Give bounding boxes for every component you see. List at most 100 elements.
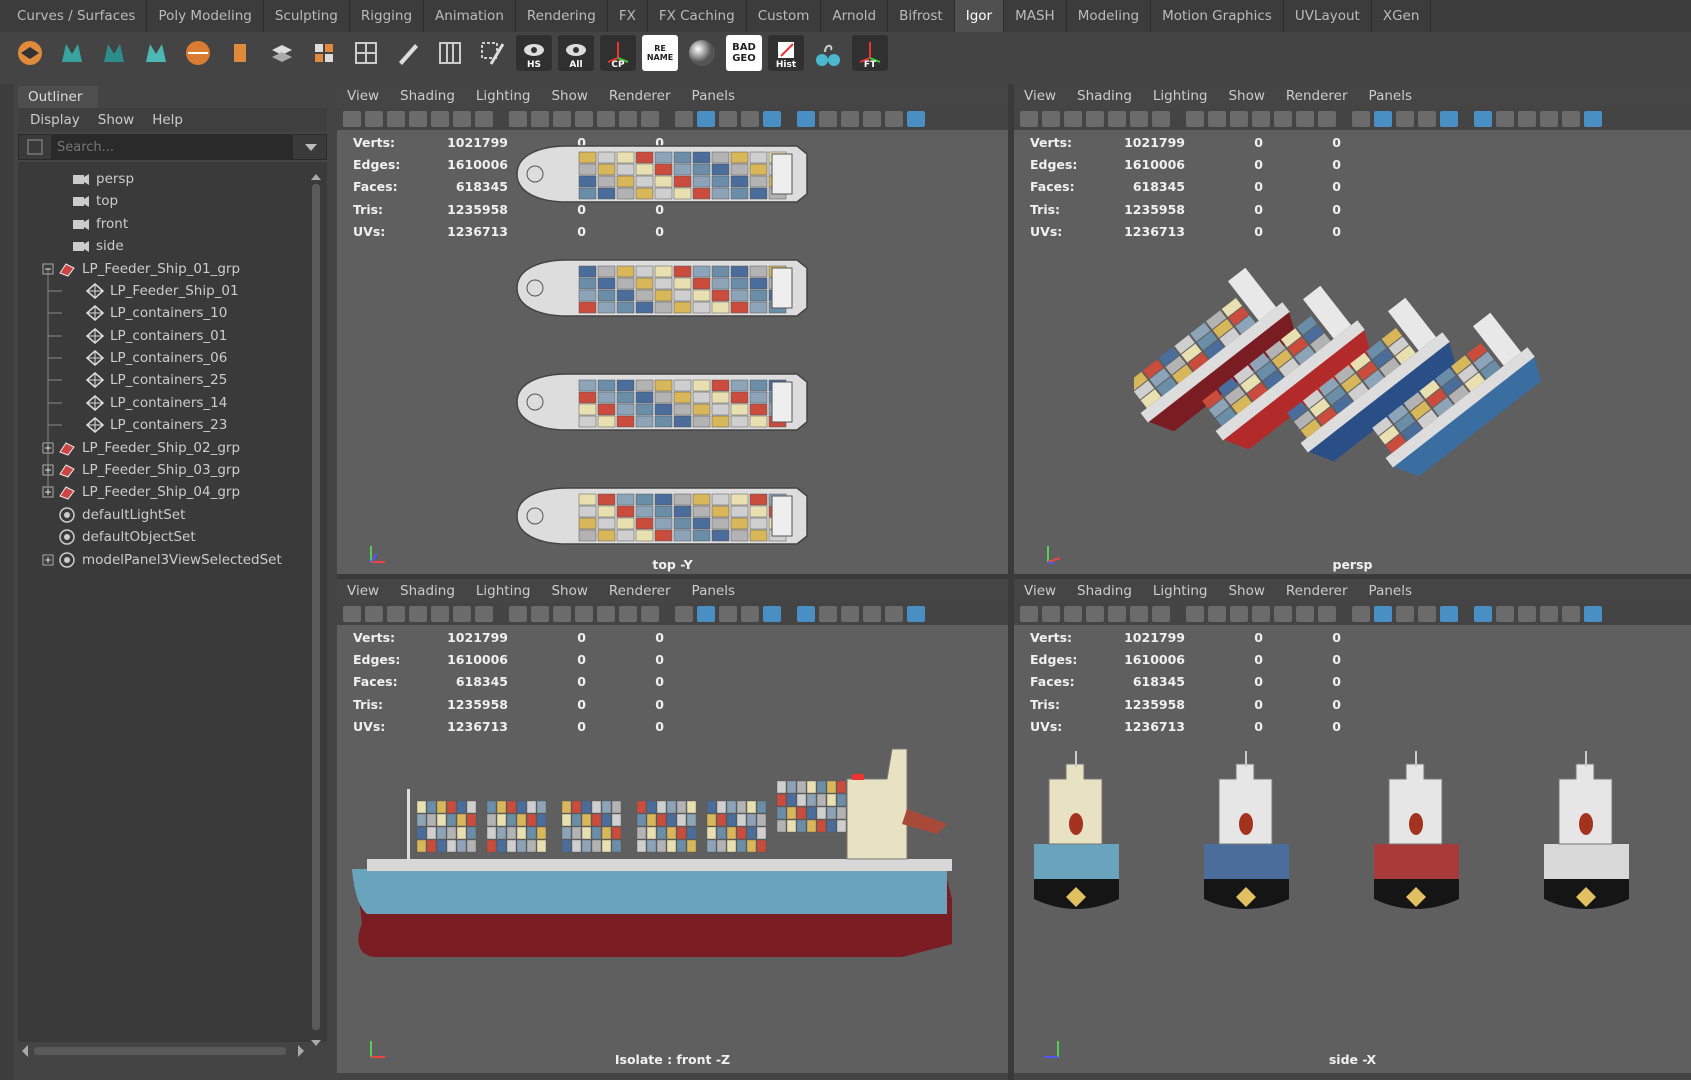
viewport-tool-icon[interactable]	[1584, 606, 1602, 622]
viewport-menu-panels[interactable]: Panels	[1369, 88, 1412, 104]
viewport-menu-view[interactable]: View	[1024, 88, 1056, 104]
viewport-menu-lighting[interactable]: Lighting	[1153, 583, 1208, 599]
outliner-item[interactable]: side	[18, 234, 313, 258]
viewport-tool-icon[interactable]	[885, 111, 903, 127]
shelf-tab-igor[interactable]: Igor	[954, 0, 1005, 32]
viewport-tool-icon[interactable]	[741, 111, 759, 127]
viewport-tool-icon[interactable]	[1518, 111, 1536, 127]
outliner-item[interactable]: defaultObjectSet	[18, 525, 313, 549]
filter-icon[interactable]	[25, 137, 45, 157]
viewport-tool-icon[interactable]	[1318, 606, 1336, 622]
viewport-tool-icon[interactable]	[1440, 111, 1458, 127]
viewport-tool-icon[interactable]	[1496, 606, 1514, 622]
viewport-front[interactable]: View Shading Lighting Show Renderer Panels Ve…	[337, 579, 1008, 1073]
shelf-maya-icon[interactable]	[54, 35, 90, 71]
viewport-tool-icon[interactable]	[575, 606, 593, 622]
viewport-tool-icon[interactable]	[1230, 606, 1248, 622]
viewport-tool-icon[interactable]	[1020, 606, 1038, 622]
outliner-item[interactable]: LP_containers_10	[18, 301, 313, 325]
viewport-tool-icon[interactable]	[907, 111, 925, 127]
shelf-shader-ball-icon[interactable]	[684, 35, 720, 71]
viewport-tool-icon[interactable]	[475, 111, 493, 127]
viewport-menu-shading[interactable]: Shading	[1077, 583, 1132, 599]
viewport-tool-icon[interactable]	[509, 111, 527, 127]
viewport-menu-lighting[interactable]: Lighting	[476, 583, 531, 599]
viewport-tool-icon[interactable]	[1042, 606, 1060, 622]
viewport-tool-icon[interactable]	[1540, 606, 1558, 622]
viewport-tool-icon[interactable]	[697, 606, 715, 622]
viewport-tool-icon[interactable]	[863, 606, 881, 622]
outliner-item[interactable]: LP_containers_23	[18, 413, 313, 437]
viewport-tool-icon[interactable]	[863, 111, 881, 127]
viewport-tool-icon[interactable]	[509, 606, 527, 622]
viewport-tool-icon[interactable]	[1086, 606, 1104, 622]
viewport-menu-show[interactable]: Show	[551, 583, 587, 599]
viewport-menu-show[interactable]: Show	[1228, 583, 1264, 599]
viewport-tool-icon[interactable]	[841, 606, 859, 622]
viewport-tool-icon[interactable]	[531, 111, 549, 127]
expand-icon[interactable]	[42, 464, 54, 476]
shelf-tab-modeling[interactable]: Modeling	[1067, 0, 1152, 32]
viewport-tool-icon[interactable]	[343, 111, 361, 127]
outliner-item[interactable]: modelPanel3ViewSelectedSet	[18, 548, 313, 572]
viewport-tool-icon[interactable]	[1352, 111, 1370, 127]
viewport-tool-icon[interactable]	[387, 606, 405, 622]
shelf-tab-sculpting[interactable]: Sculpting	[264, 0, 350, 32]
viewport-tool-icon[interactable]	[453, 606, 471, 622]
expand-icon[interactable]	[42, 486, 54, 498]
viewport-menu-shading[interactable]: Shading	[400, 583, 455, 599]
viewport-tool-icon[interactable]	[1230, 111, 1248, 127]
collapse-icon[interactable]	[42, 263, 54, 275]
shelf-columns-icon[interactable]	[432, 35, 468, 71]
viewport-tool-icon[interactable]	[1584, 111, 1602, 127]
shelf-ft-button[interactable]: FT	[852, 35, 888, 71]
viewport-tool-icon[interactable]	[1130, 606, 1148, 622]
viewport-tool-icon[interactable]	[453, 111, 471, 127]
viewport-menu-show[interactable]: Show	[551, 88, 587, 104]
viewport-tool-icon[interactable]	[409, 111, 427, 127]
shelf-tab-poly-modeling[interactable]: Poly Modeling	[147, 0, 264, 32]
shelf-tab-rigging[interactable]: Rigging	[350, 0, 425, 32]
viewport-tool-icon[interactable]	[575, 111, 593, 127]
viewport-menu-lighting[interactable]: Lighting	[1153, 88, 1208, 104]
shelf-stack-icon[interactable]	[264, 35, 300, 71]
viewport-tool-icon[interactable]	[619, 606, 637, 622]
viewport-tool-icon[interactable]	[365, 111, 383, 127]
viewport-tool-icon[interactable]	[365, 606, 383, 622]
viewport-divider-horizontal[interactable]	[337, 574, 1691, 579]
search-input[interactable]	[51, 135, 293, 159]
viewport-tool-icon[interactable]	[1152, 606, 1170, 622]
viewport-tool-icon[interactable]	[719, 606, 737, 622]
viewport-tool-icon[interactable]	[1274, 111, 1292, 127]
shelf-tab-xgen[interactable]: XGen	[1372, 0, 1432, 32]
shelf-tab-mash[interactable]: MASH	[1004, 0, 1067, 32]
shelf-rename-button[interactable]: RE NAME	[642, 35, 678, 71]
viewport-tool-icon[interactable]	[1064, 606, 1082, 622]
viewport-tool-icon[interactable]	[409, 606, 427, 622]
viewport-tool-icon[interactable]	[741, 606, 759, 622]
shelf-cp-button[interactable]: CP	[600, 35, 636, 71]
outliner-menu-display[interactable]: Display	[30, 112, 80, 128]
viewport-tool-icon[interactable]	[431, 606, 449, 622]
viewport-menu-show[interactable]: Show	[1228, 88, 1264, 104]
viewport-tool-icon[interactable]	[1208, 606, 1226, 622]
vertical-scrollbar[interactable]	[310, 170, 322, 1050]
outliner-item[interactable]: LP_containers_06	[18, 346, 313, 370]
viewport-tool-icon[interactable]	[1474, 606, 1492, 622]
viewport-menu-panels[interactable]: Panels	[692, 88, 735, 104]
viewport-menu-panels[interactable]: Panels	[1369, 583, 1412, 599]
viewport-tool-icon[interactable]	[1086, 111, 1104, 127]
shelf-sphere-icon[interactable]	[180, 35, 216, 71]
viewport-tool-icon[interactable]	[1318, 111, 1336, 127]
viewport-tool-icon[interactable]	[387, 111, 405, 127]
viewport-tool-icon[interactable]	[1374, 606, 1392, 622]
viewport-tool-icon[interactable]	[675, 606, 693, 622]
viewport-tool-icon[interactable]	[719, 111, 737, 127]
viewport-tool-icon[interactable]	[1374, 111, 1392, 127]
viewport-tool-icon[interactable]	[841, 111, 859, 127]
outliner-item[interactable]: LP_Feeder_Ship_03_grp	[18, 458, 313, 482]
outliner-item[interactable]: LP_Feeder_Ship_01	[18, 279, 313, 303]
viewport-divider-vertical[interactable]	[1008, 84, 1014, 1080]
expand-icon[interactable]	[42, 442, 54, 454]
outliner-item[interactable]: LP_Feeder_Ship_04_grp	[18, 480, 313, 504]
